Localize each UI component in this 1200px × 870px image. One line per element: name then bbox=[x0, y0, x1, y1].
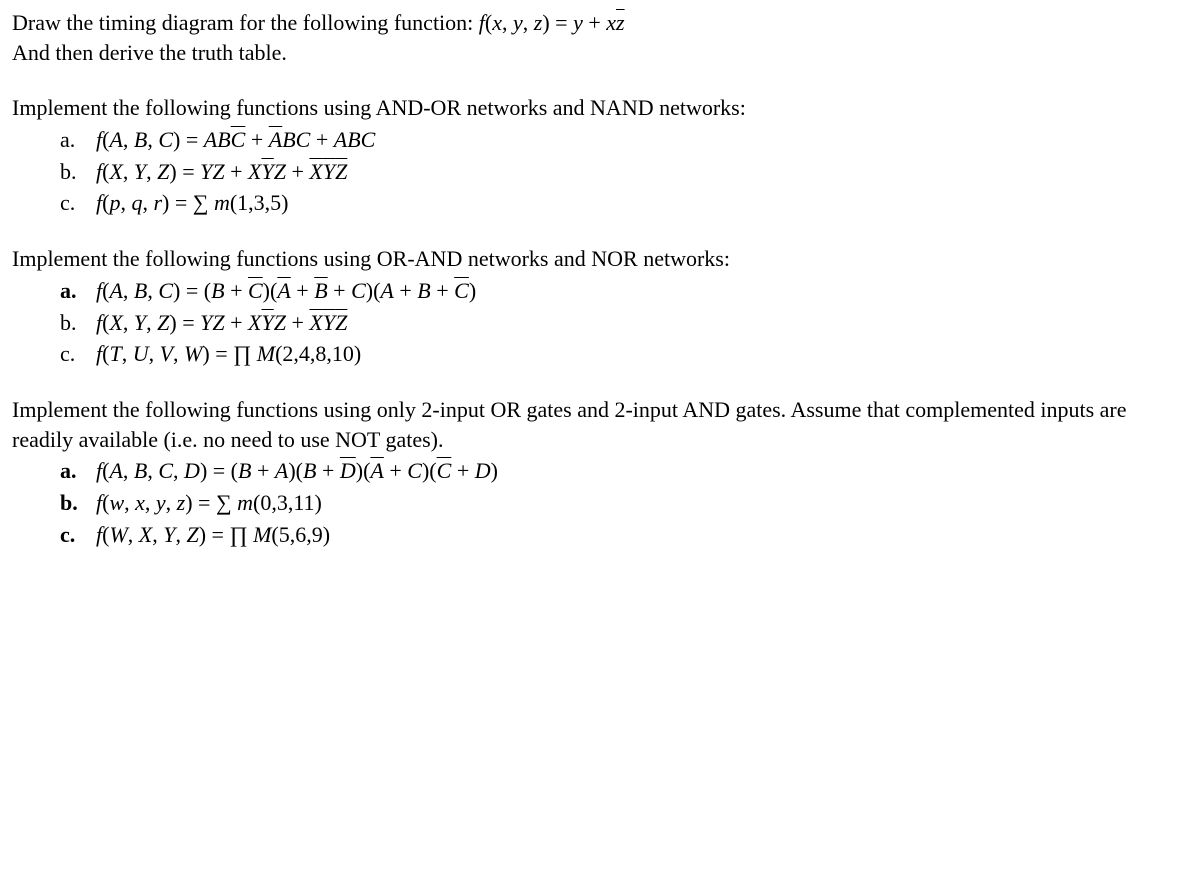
math-expr: f(T, U, V, W) = ∏ M(2,4,8,10) bbox=[96, 339, 361, 369]
paragraph-timing: Draw the timing diagram for the followin… bbox=[12, 8, 1188, 67]
label-a: a. bbox=[60, 276, 84, 306]
math-expr: f(A, B, C) = ABC + ABC + ABC bbox=[96, 125, 375, 155]
intro-text: Implement the following functions using … bbox=[12, 395, 1188, 454]
label-c: c. bbox=[60, 520, 84, 550]
list-item-c: c. f(T, U, V, W) = ∏ M(2,4,8,10) bbox=[60, 339, 1188, 369]
math-expr: f(A, B, C, D) = (B + A)(B + D)(A + C)(C … bbox=[96, 456, 498, 486]
list-2input: a. f(A, B, C, D) = (B + A)(B + D)(A + C)… bbox=[60, 456, 1188, 549]
label-a: a. bbox=[60, 456, 84, 486]
paragraph-2input: Implement the following functions using … bbox=[12, 395, 1188, 549]
list-orand: a. f(A, B, C) = (B + C)(A + B + C)(A + B… bbox=[60, 276, 1188, 369]
label-c: c. bbox=[60, 188, 84, 218]
paragraph-andor: Implement the following functions using … bbox=[12, 93, 1188, 218]
math-expr: f(W, X, Y, Z) = ∏ M(5,6,9) bbox=[96, 520, 330, 550]
label-b: b. bbox=[60, 308, 84, 338]
list-item-c: c. f(p, q, r) = ∑ m(1,3,5) bbox=[60, 188, 1188, 218]
list-item-a: a. f(A, B, C) = (B + C)(A + B + C)(A + B… bbox=[60, 276, 1188, 306]
text-line: Draw the timing diagram for the followin… bbox=[12, 10, 479, 35]
math-expr: f(w, x, y, z) = ∑ m(0,3,11) bbox=[96, 488, 322, 518]
text-line: And then derive the truth table. bbox=[12, 40, 287, 65]
math-expr: f(X, Y, Z) = YZ + XYZ + XYZ bbox=[96, 157, 347, 187]
list-item-b: b. f(X, Y, Z) = YZ + XYZ + XYZ bbox=[60, 157, 1188, 187]
label-a: a. bbox=[60, 125, 84, 155]
list-item-a: a. f(A, B, C, D) = (B + A)(B + D)(A + C)… bbox=[60, 456, 1188, 486]
list-item-b: b. f(X, Y, Z) = YZ + XYZ + XYZ bbox=[60, 308, 1188, 338]
list-andor: a. f(A, B, C) = ABC + ABC + ABC b. f(X, … bbox=[60, 125, 1188, 218]
math-expr: f(p, q, r) = ∑ m(1,3,5) bbox=[96, 188, 288, 218]
math-expr: f(X, Y, Z) = YZ + XYZ + XYZ bbox=[96, 308, 347, 338]
list-item-b: b. f(w, x, y, z) = ∑ m(0,3,11) bbox=[60, 488, 1188, 518]
label-b: b. bbox=[60, 488, 84, 518]
list-item-c: c. f(W, X, Y, Z) = ∏ M(5,6,9) bbox=[60, 520, 1188, 550]
list-item-a: a. f(A, B, C) = ABC + ABC + ABC bbox=[60, 125, 1188, 155]
label-b: b. bbox=[60, 157, 84, 187]
intro-text: Implement the following functions using … bbox=[12, 244, 1188, 274]
paragraph-orand: Implement the following functions using … bbox=[12, 244, 1188, 369]
label-c: c. bbox=[60, 339, 84, 369]
intro-text: Implement the following functions using … bbox=[12, 93, 1188, 123]
math-expr: f(A, B, C) = (B + C)(A + B + C)(A + B + … bbox=[96, 276, 476, 306]
math-expr: f(x, y, z) = y + xz bbox=[479, 10, 625, 35]
